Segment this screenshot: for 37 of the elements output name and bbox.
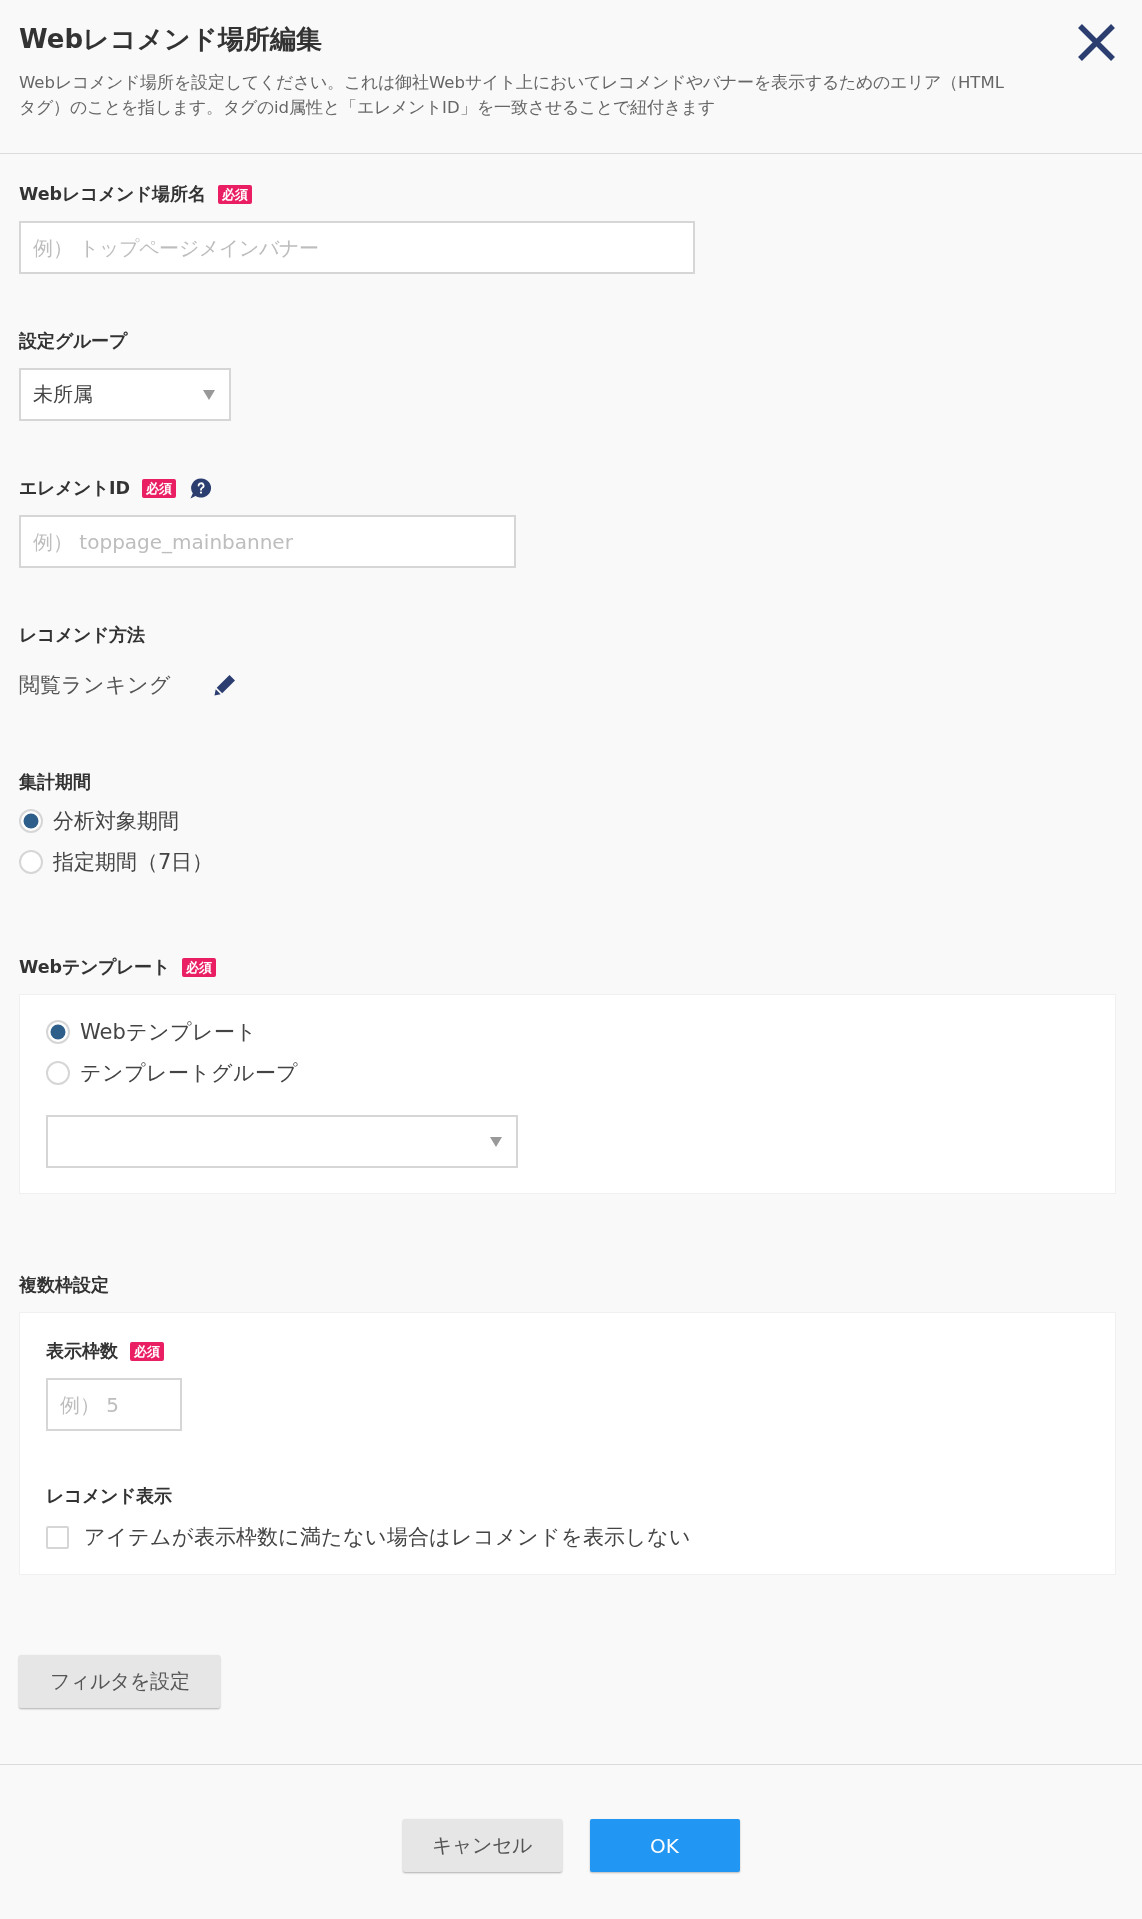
text-input[interactable]: 例） トップページメインバナー <box>19 221 695 274</box>
radio-button[interactable] <box>19 850 43 874</box>
radio-label[interactable]: 指定期間（7日） <box>53 849 214 875</box>
radio-button[interactable] <box>19 809 43 833</box>
filter-button[interactable]: フィルタを設定 <box>19 1655 220 1708</box>
caret-icon <box>490 1136 502 1147</box>
radio-button[interactable] <box>46 1061 70 1085</box>
radio-label[interactable]: 分析対象期間 <box>53 808 179 834</box>
required-badge: 必須 <box>218 184 253 204</box>
text-input[interactable]: 例） 5 <box>46 1378 182 1431</box>
field-label: 集計期間 <box>19 771 91 793</box>
radio-button[interactable] <box>46 1020 70 1044</box>
dialog-description: Webレコメンド場所を設定してください。これは御社Webサイト上においてレコメンドやバナーを表示するためのエリア（HTMLタグ）のことを指します。タグのid属性と「エレメントID」を一致させることで紐付きます <box>19 72 1005 119</box>
field-label: 設定グループ <box>19 330 127 352</box>
field-label: 表示枠数 <box>46 1340 118 1362</box>
required-badge: 必須 <box>182 957 217 977</box>
checkbox-label[interactable]: アイテムが表示枠数に満たない場合はレコメンドを表示しない <box>84 1523 691 1551</box>
cancel-button[interactable]: キャンセル <box>402 1819 562 1872</box>
method-value: 閲覧ランキング <box>19 672 171 698</box>
required-badge: 必須 <box>130 1341 164 1361</box>
field-label: 複数枠設定 <box>19 1274 109 1296</box>
field-label: Webレコメンド場所名 <box>19 183 207 205</box>
radio-label[interactable]: Webテンプレート <box>80 1019 257 1045</box>
field-label: レコメンド表示 <box>46 1485 172 1507</box>
text-input[interactable]: 例） toppage_mainbanner <box>19 515 516 568</box>
caret-icon <box>203 389 215 400</box>
dropdown-select[interactable]: 未所属 <box>19 368 231 421</box>
help-icon[interactable] <box>190 477 213 499</box>
dialog-title: Webレコメンド場所編集 <box>19 24 322 54</box>
checkbox[interactable] <box>46 1525 69 1549</box>
close-icon[interactable] <box>1077 24 1116 61</box>
field-label: レコメンド方法 <box>19 624 145 646</box>
field-label: Webテンプレート <box>19 956 171 978</box>
field-label: エレメントID <box>19 477 131 499</box>
radio-label[interactable]: テンプレートグループ <box>80 1060 298 1086</box>
pencil-icon[interactable] <box>213 673 237 697</box>
required-badge: 必須 <box>142 478 177 498</box>
